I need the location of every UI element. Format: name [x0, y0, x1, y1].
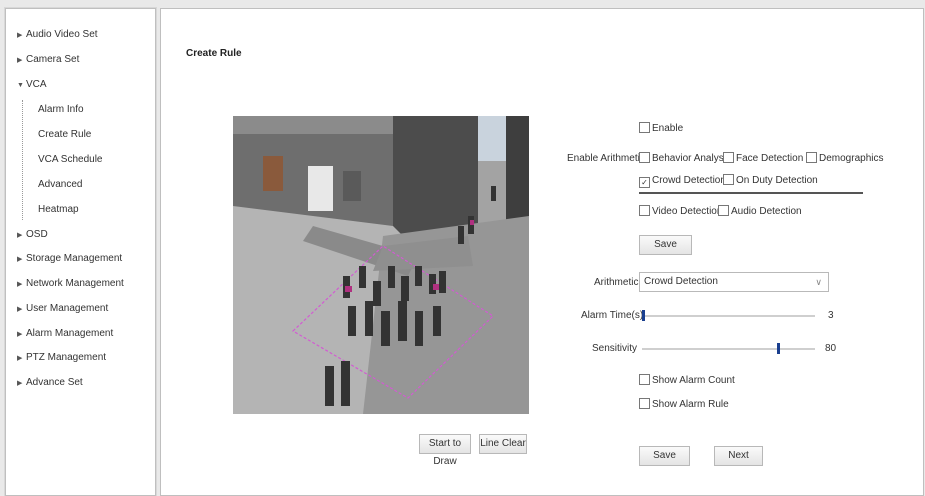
on-duty-detection-checkbox[interactable]: On Duty Detection	[723, 174, 818, 187]
sidebar-item-label: Advance Set	[26, 377, 83, 388]
sidebar-item-storage-management[interactable]: ▶ Storage Management	[17, 252, 122, 266]
checkbox-box	[718, 205, 729, 216]
alarm-time-slider-thumb[interactable]	[642, 310, 645, 321]
arithmetic-label: Arithmetic	[594, 277, 639, 288]
triangle-right-icon: ▶	[17, 281, 23, 288]
alarm-time-slider[interactable]	[642, 315, 815, 317]
tree-connector	[22, 100, 23, 220]
sidebar-item-osd[interactable]: ▶ OSD	[17, 228, 48, 242]
sidebar-item-label: VCA Schedule	[38, 154, 103, 165]
video-detection-checkbox[interactable]: Video Detection	[639, 205, 722, 218]
show-alarm-count-checkbox[interactable]: Show Alarm Count	[639, 374, 735, 387]
sidebar-subitem-advanced[interactable]: Advanced	[38, 178, 82, 192]
checkbox-label: On Duty Detection	[736, 175, 818, 186]
triangle-right-icon: ▶	[17, 256, 23, 263]
triangle-right-icon: ▶	[17, 355, 23, 362]
checkbox-label: Video Detection	[652, 206, 723, 217]
checkbox-label: Audio Detection	[731, 206, 802, 217]
checkmark-icon: ✓	[641, 178, 648, 187]
sidebar-subitem-alarm-info[interactable]: Alarm Info	[38, 103, 84, 117]
checkbox-label: Enable	[652, 123, 684, 134]
face-detection-checkbox[interactable]: Face Detection	[723, 152, 803, 165]
sidebar-item-label: VCA	[26, 79, 47, 90]
checkbox-label: Face Detection	[736, 153, 804, 164]
triangle-right-icon: ▶	[17, 331, 23, 338]
save-arithmetic-button[interactable]: Save	[639, 235, 692, 255]
triangle-right-icon: ▶	[17, 380, 23, 387]
triangle-right-icon: ▶	[17, 232, 23, 239]
checkbox-box	[723, 152, 734, 163]
sidebar-item-audio-video-set[interactable]: ▶ Audio Video Set	[17, 28, 98, 42]
main-panel: Create Rule Start to Draw Line Clear Ena…	[160, 8, 924, 496]
video-preview[interactable]	[233, 116, 529, 414]
chevron-down-icon: ∨	[815, 277, 822, 287]
page-title: Create Rule	[186, 48, 242, 59]
audio-detection-checkbox[interactable]: Audio Detection	[718, 205, 802, 218]
sidebar-subitem-heatmap[interactable]: Heatmap	[38, 203, 79, 217]
sidebar-subitem-create-rule[interactable]: Create Rule	[38, 128, 91, 142]
sidebar-item-camera-set[interactable]: ▶ Camera Set	[17, 53, 79, 67]
enable-arithmetic-label: Enable Arithmetic	[567, 153, 645, 164]
sidebar-item-network-management[interactable]: ▶ Network Management	[17, 277, 124, 291]
checkbox-label: Behavior Analysis	[652, 153, 731, 164]
checkbox-box	[639, 374, 650, 385]
demographics-checkbox[interactable]: Demographics	[806, 152, 883, 165]
show-alarm-rule-checkbox[interactable]: Show Alarm Rule	[639, 398, 729, 411]
checkbox-box	[639, 152, 650, 163]
sidebar-item-label: Storage Management	[26, 253, 123, 264]
sidebar-item-label: User Management	[26, 303, 109, 314]
sensitivity-slider-thumb[interactable]	[777, 343, 780, 354]
sidebar-item-label: OSD	[26, 229, 48, 240]
sensitivity-value: 80	[825, 343, 837, 354]
sidebar-item-label: Alarm Info	[38, 104, 84, 115]
triangle-down-icon: ▼	[17, 82, 24, 89]
sidebar-item-user-management[interactable]: ▶ User Management	[17, 302, 108, 316]
divider	[639, 192, 863, 194]
sidebar-item-alarm-management[interactable]: ▶ Alarm Management	[17, 327, 113, 341]
sidebar: ▶ Audio Video Set ▶ Camera Set ▼ VCA Alarm …	[5, 8, 156, 496]
enable-checkbox[interactable]: Enable	[639, 122, 683, 135]
triangle-right-icon: ▶	[17, 32, 23, 39]
next-button[interactable]: Next	[714, 446, 763, 466]
behavior-analysis-checkbox[interactable]: Behavior Analysis	[639, 152, 731, 165]
checkbox-label: Crowd Detection	[652, 175, 726, 186]
triangle-right-icon: ▶	[17, 57, 23, 64]
checkbox-box	[639, 398, 650, 409]
sidebar-item-label: Camera Set	[26, 54, 80, 65]
checkbox-box	[723, 174, 734, 185]
sidebar-item-label: Network Management	[26, 278, 124, 289]
sidebar-item-label: Alarm Management	[26, 328, 114, 339]
alarm-time-label: Alarm Time(s)	[581, 310, 644, 321]
checkbox-box	[639, 205, 650, 216]
sidebar-subitem-vca-schedule[interactable]: VCA Schedule	[38, 153, 103, 167]
sidebar-item-label: Audio Video Set	[26, 29, 98, 40]
start-to-draw-button[interactable]: Start to Draw	[419, 434, 471, 467]
alarm-time-value: 3	[828, 310, 834, 321]
sidebar-item-label: Heatmap	[38, 204, 79, 215]
sidebar-item-ptz-management[interactable]: ▶ PTZ Management	[17, 351, 106, 365]
checkbox-box: ✓	[639, 177, 650, 188]
checkbox-label: Show Alarm Rule	[652, 399, 729, 410]
checkbox-box	[806, 152, 817, 163]
arithmetic-select[interactable]: Crowd Detection ∨	[639, 272, 829, 292]
arithmetic-select-value: Crowd Detection	[644, 276, 718, 287]
checkbox-box	[639, 122, 650, 133]
line-clear-button[interactable]: Line Clear	[479, 434, 527, 454]
checkbox-label: Show Alarm Count	[652, 375, 735, 386]
checkbox-label: Demographics	[819, 153, 884, 164]
sensitivity-label: Sensitivity	[592, 343, 638, 354]
sensitivity-slider[interactable]	[642, 348, 815, 350]
triangle-right-icon: ▶	[17, 306, 23, 313]
sidebar-item-advance-set[interactable]: ▶ Advance Set	[17, 376, 83, 390]
sidebar-item-vca[interactable]: ▼ VCA	[17, 78, 47, 92]
crowd-detection-checkbox[interactable]: ✓ Crowd Detection	[639, 174, 726, 188]
sidebar-item-label: Advanced	[38, 179, 83, 190]
sidebar-item-label: Create Rule	[38, 129, 92, 140]
save-button[interactable]: Save	[639, 446, 690, 466]
camera-scene-image	[233, 116, 529, 414]
sidebar-item-label: PTZ Management	[26, 352, 107, 363]
